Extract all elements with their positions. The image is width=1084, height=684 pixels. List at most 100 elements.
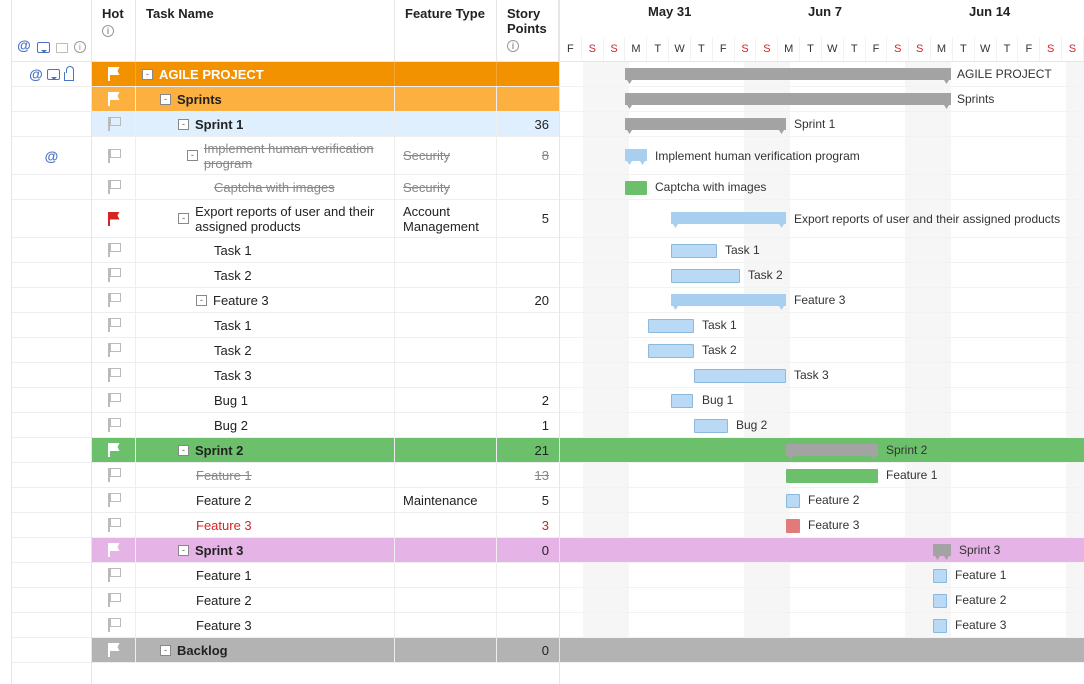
flag-icon[interactable] xyxy=(108,293,120,307)
task-bar[interactable] xyxy=(933,569,947,583)
info-icon[interactable]: i xyxy=(507,40,519,52)
table-row[interactable]: Captcha with imagesSecurity xyxy=(92,175,559,200)
gantt-row[interactable] xyxy=(560,263,1084,288)
task-bar[interactable] xyxy=(625,181,647,195)
table-row[interactable]: Bug 21 xyxy=(92,413,559,438)
flag-icon[interactable] xyxy=(108,117,120,131)
task-bar[interactable] xyxy=(671,394,693,408)
toggle-button[interactable]: - xyxy=(142,69,153,80)
comment-icon[interactable] xyxy=(47,69,60,80)
task-bar[interactable] xyxy=(786,519,800,533)
summary-bar[interactable] xyxy=(625,118,786,130)
flag-icon[interactable] xyxy=(108,443,120,457)
summary-bar[interactable] xyxy=(671,212,786,224)
table-row[interactable]: Task 2 xyxy=(92,263,559,288)
task-bar[interactable] xyxy=(786,469,878,483)
table-row[interactable]: -Export reports of user and their assign… xyxy=(92,200,559,238)
info-icon[interactable]: i xyxy=(74,41,86,53)
table-row[interactable]: Feature 2 xyxy=(92,588,559,613)
gantt-chart[interactable]: May 31Jun 7Jun 14 FSSMTWTFSSMTWTFSSMTWTF… xyxy=(560,0,1084,684)
table-row[interactable]: -Sprints xyxy=(92,87,559,112)
flag-icon[interactable] xyxy=(108,493,120,507)
table-row[interactable]: -Sprint 30 xyxy=(92,538,559,563)
flag-icon[interactable] xyxy=(108,543,120,557)
gantt-row[interactable] xyxy=(560,338,1084,363)
toggle-button[interactable]: - xyxy=(160,94,171,105)
table-row[interactable]: Feature 3 xyxy=(92,613,559,638)
flag-icon[interactable] xyxy=(108,393,120,407)
table-row[interactable]: Task 1 xyxy=(92,238,559,263)
table-row[interactable]: -Sprint 221 xyxy=(92,438,559,463)
task-bar[interactable] xyxy=(694,369,786,383)
comment-icon[interactable] xyxy=(37,42,50,53)
toggle-button[interactable]: - xyxy=(178,119,189,130)
summary-bar[interactable] xyxy=(625,149,647,161)
table-row[interactable]: Feature 33 xyxy=(92,513,559,538)
flag-icon[interactable] xyxy=(108,593,120,607)
toggle-button[interactable]: - xyxy=(160,645,171,656)
flag-icon[interactable] xyxy=(108,518,120,532)
flag-icon[interactable] xyxy=(108,643,120,657)
flag-icon[interactable] xyxy=(108,67,120,81)
table-row[interactable]: Task 1 xyxy=(92,313,559,338)
toggle-button[interactable]: - xyxy=(187,150,198,161)
toggle-button[interactable]: - xyxy=(178,445,189,456)
col-hot[interactable]: Hot xyxy=(102,6,127,21)
toggle-button[interactable]: - xyxy=(178,213,189,224)
table-row[interactable]: Feature 2Maintenance5 xyxy=(92,488,559,513)
mention-icon[interactable]: @ xyxy=(29,66,43,82)
summary-bar[interactable] xyxy=(933,544,951,556)
toggle-button[interactable]: - xyxy=(178,545,189,556)
task-bar[interactable] xyxy=(933,619,947,633)
table-row[interactable]: -Implement human verification programSec… xyxy=(92,137,559,175)
col-task[interactable]: Task Name xyxy=(146,6,386,21)
table-row[interactable]: Feature 113 xyxy=(92,463,559,488)
flag-icon[interactable] xyxy=(108,268,120,282)
flag-icon[interactable] xyxy=(108,468,120,482)
table-row[interactable]: -Backlog0 xyxy=(92,638,559,663)
flag-icon[interactable] xyxy=(108,243,120,257)
archive-icon[interactable] xyxy=(56,43,68,53)
col-sp[interactable]: Story Points xyxy=(507,6,550,36)
summary-bar[interactable] xyxy=(625,68,951,80)
flag-icon[interactable] xyxy=(108,368,120,382)
table-row[interactable]: Task 3 xyxy=(92,363,559,388)
flag-icon[interactable] xyxy=(108,180,120,194)
task-bar[interactable] xyxy=(671,269,740,283)
flag-icon[interactable] xyxy=(108,418,120,432)
table-row[interactable]: Feature 1 xyxy=(92,563,559,588)
flag-icon[interactable] xyxy=(108,212,120,226)
table-row[interactable]: -Sprint 136 xyxy=(92,112,559,137)
info-icon[interactable]: i xyxy=(102,25,114,37)
lock-icon[interactable] xyxy=(64,72,74,81)
flag-icon[interactable] xyxy=(108,343,120,357)
gantt-row[interactable] xyxy=(560,413,1084,438)
table-row[interactable]: -Feature 320 xyxy=(92,288,559,313)
toggle-button[interactable]: - xyxy=(196,295,207,306)
flag-icon[interactable] xyxy=(108,318,120,332)
task-bar[interactable] xyxy=(648,319,694,333)
col-feature[interactable]: Feature Type xyxy=(405,6,488,21)
task-bar[interactable] xyxy=(648,344,694,358)
summary-bar[interactable] xyxy=(625,93,951,105)
mention-icon[interactable]: @ xyxy=(45,148,59,164)
table-row[interactable]: -AGILE PROJECT xyxy=(92,62,559,87)
gantt-row[interactable] xyxy=(560,313,1084,338)
gantt-row[interactable] xyxy=(560,638,1084,663)
mention-icon[interactable]: @ xyxy=(17,37,31,53)
flag-icon[interactable] xyxy=(108,568,120,582)
task-bar[interactable] xyxy=(786,494,800,508)
table-row[interactable]: Task 2 xyxy=(92,338,559,363)
gantt-row[interactable] xyxy=(560,238,1084,263)
flag-icon[interactable] xyxy=(108,92,120,106)
task-bar[interactable] xyxy=(671,244,717,258)
flag-icon[interactable] xyxy=(108,149,120,163)
task-bar[interactable] xyxy=(694,419,728,433)
summary-bar[interactable] xyxy=(786,444,878,456)
table-row[interactable]: Bug 12 xyxy=(92,388,559,413)
summary-bar[interactable] xyxy=(671,294,786,306)
flag-icon[interactable] xyxy=(108,618,120,632)
gantt-row[interactable] xyxy=(560,538,1084,563)
gantt-row[interactable] xyxy=(560,388,1084,413)
task-bar[interactable] xyxy=(933,594,947,608)
